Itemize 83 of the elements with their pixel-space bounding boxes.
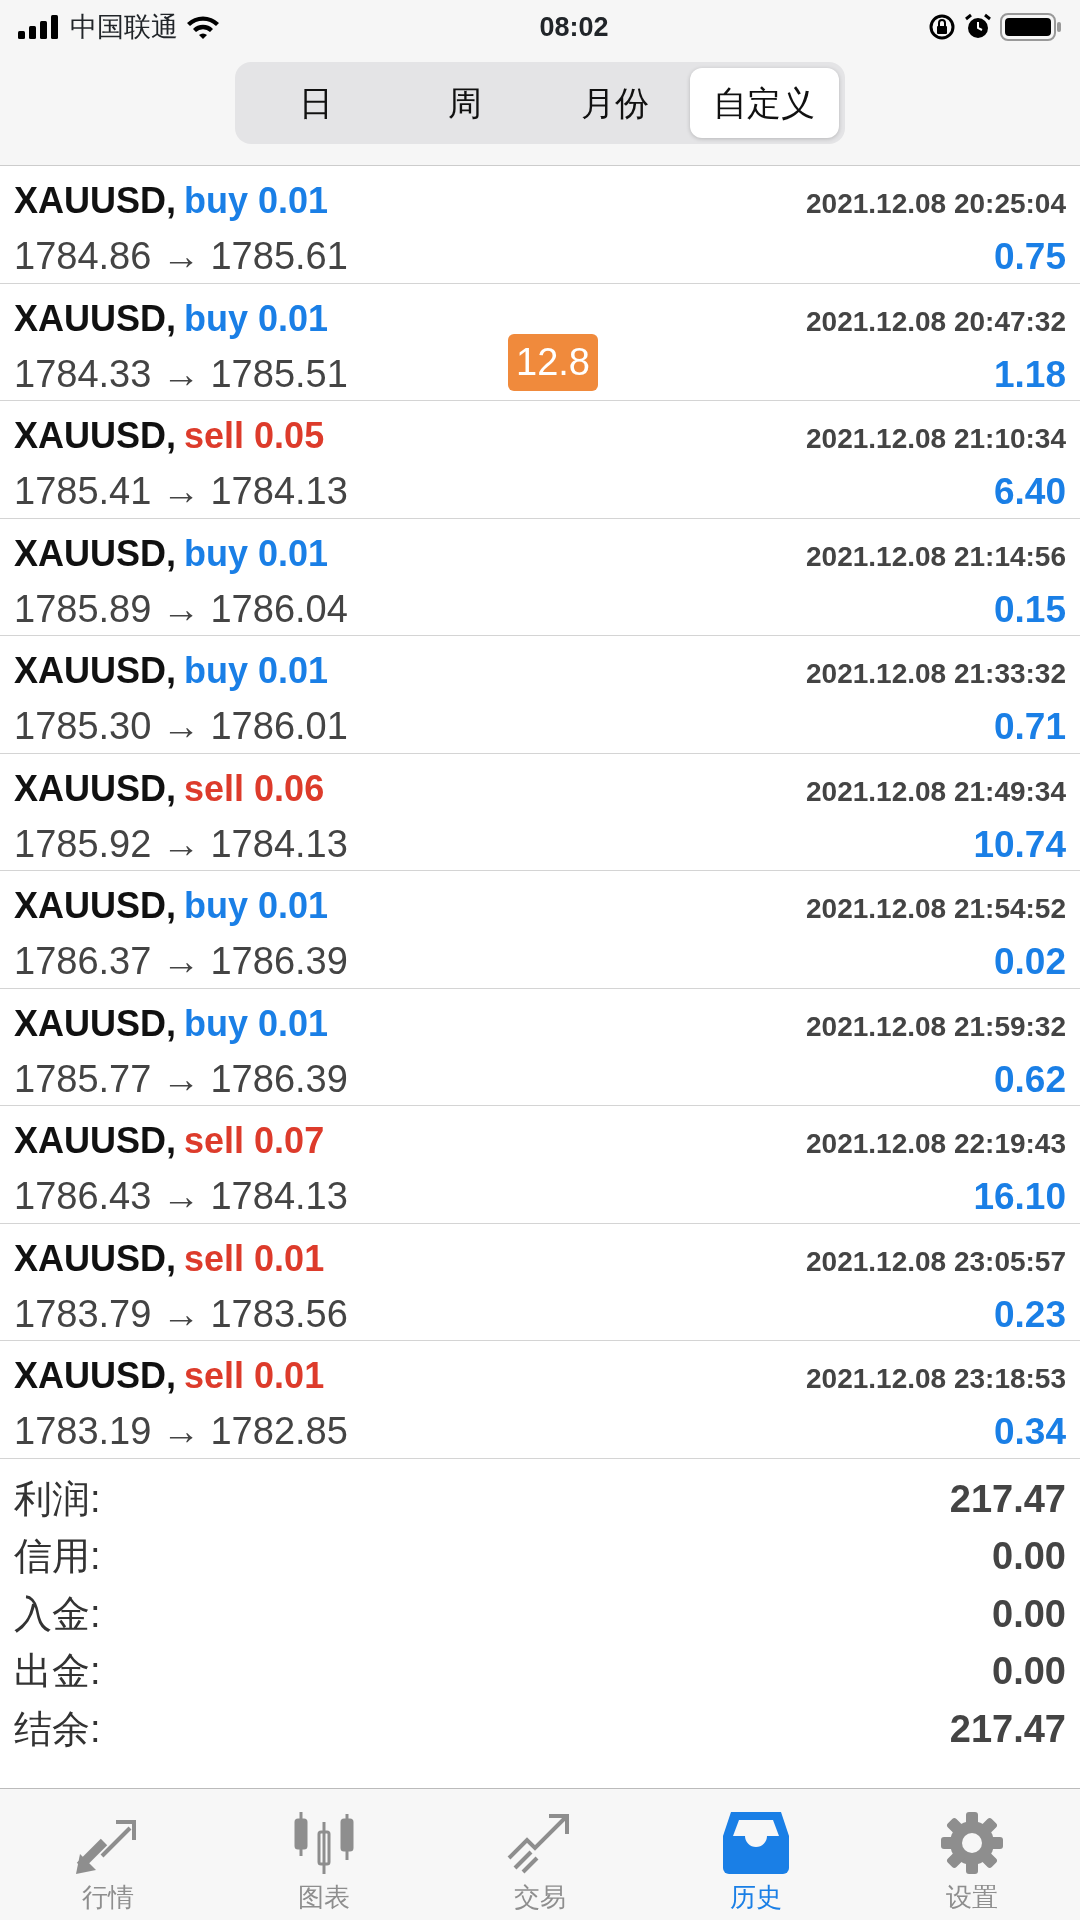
segment-tab[interactable]: 自定义: [689, 68, 839, 138]
price-range: 1786.37 → 1786.39: [14, 939, 348, 984]
trade-time: 2021.12.08 23:18:53: [806, 1362, 1066, 1396]
tab-bar-item[interactable]: 交易: [432, 1789, 648, 1920]
summary-value: 0.00: [992, 1649, 1066, 1695]
alarm-clock-icon: [964, 13, 992, 41]
profit-value: 0.02: [994, 940, 1066, 984]
rotation-lock-icon: [928, 13, 956, 41]
price-range: 1784.86 → 1785.61: [14, 234, 348, 279]
trade-volume: buy 0.01: [184, 179, 329, 223]
summary-value: 0.00: [992, 1591, 1066, 1637]
tab-bar-item[interactable]: 行情: [0, 1789, 216, 1920]
price-range: 1785.30 → 1786.01: [14, 704, 348, 749]
trade-time: 2021.12.08 20:47:32: [806, 304, 1066, 339]
profit-value: 0.71: [994, 705, 1066, 749]
inbox-tray-icon: [723, 1811, 789, 1874]
symbol-label: XAUUSD,: [14, 884, 177, 928]
symbol-label: XAUUSD,: [14, 179, 177, 223]
price-range: 1785.92 → 1784.13: [14, 821, 348, 867]
segment-tab[interactable]: 月份: [540, 68, 690, 138]
price-range: 1783.19 → 1782.85: [14, 1409, 348, 1454]
profit-value: 10.74: [973, 822, 1066, 867]
trade-time: 2021.12.08 23:05:57: [806, 1244, 1066, 1279]
summary-value: 217.47: [949, 1476, 1066, 1522]
trade-volume: buy 0.01: [184, 296, 329, 341]
trade-time: 2021.12.08 21:33:32: [806, 657, 1066, 691]
symbol-label: XAUUSD,: [14, 1354, 177, 1398]
profit-value: 16.10: [973, 1175, 1066, 1219]
trade-volume: buy 0.01: [184, 531, 329, 576]
symbol-label: XAUUSD,: [14, 414, 177, 458]
summary-value: 0.00: [992, 1534, 1066, 1580]
overlay-badge: 12.8: [508, 333, 598, 391]
price-range: 1786.43 → 1784.13: [14, 1174, 348, 1219]
profit-value: 0.34: [994, 1410, 1066, 1454]
summary-value: 217.47: [949, 1706, 1066, 1752]
symbol-label: XAUUSD,: [14, 296, 177, 341]
profit-value: 0.75: [994, 235, 1066, 279]
profit-value: 0.23: [994, 1292, 1066, 1337]
carrier-name: 中国联通: [70, 10, 178, 44]
trade-time: 2021.12.08 21:10:34: [806, 422, 1066, 456]
symbol-label: XAUUSD,: [14, 1236, 177, 1281]
symbol-label: XAUUSD,: [14, 766, 177, 811]
price-range: 1784.33 → 1785.51: [14, 351, 348, 397]
trade-volume: sell 0.01: [184, 1236, 325, 1281]
trade-volume: sell 0.05: [184, 414, 325, 458]
status-time: 08:02: [538, 10, 610, 44]
summary-label: 结余:: [14, 1706, 101, 1752]
trade-time: 2021.12.08 20:25:04: [806, 187, 1066, 221]
symbol-label: XAUUSD,: [14, 1001, 177, 1046]
symbol-label: XAUUSD,: [14, 531, 177, 576]
trade-volume: buy 0.01: [184, 884, 329, 928]
symbol-label: XAUUSD,: [14, 649, 177, 693]
profit-value: 6.40: [994, 470, 1066, 514]
summary-label: 利润:: [14, 1476, 101, 1522]
tab-bar-item[interactable]: 图表: [216, 1789, 432, 1920]
trade-time: 2021.12.08 21:54:52: [806, 892, 1066, 926]
price-range: 1785.77 → 1786.39: [14, 1056, 348, 1102]
trade-time: 2021.12.08 21:49:34: [806, 774, 1066, 809]
price-range: 1785.89 → 1786.04: [14, 586, 348, 632]
summary-label: 信用:: [14, 1534, 101, 1580]
tab-bar-item[interactable]: 设置: [864, 1789, 1080, 1920]
segment-tab[interactable]: 日: [241, 68, 391, 138]
tab-bar-item[interactable]: 历史: [648, 1789, 864, 1920]
summary-label: 入金:: [14, 1591, 101, 1637]
trade-volume: sell 0.07: [184, 1119, 325, 1163]
trade-volume: sell 0.06: [184, 766, 325, 811]
trade-time: 2021.12.08 21:14:56: [806, 539, 1066, 574]
battery-icon: [1000, 13, 1062, 41]
profit-value: 0.15: [994, 587, 1066, 632]
trade-volume: buy 0.01: [184, 1001, 329, 1046]
profit-value: 1.18: [994, 352, 1066, 397]
wifi-icon: [186, 14, 220, 40]
price-range: 1785.41 → 1784.13: [14, 469, 348, 514]
settings-icon: [941, 1811, 1003, 1874]
symbol-label: XAUUSD,: [14, 1119, 177, 1163]
profit-value: 0.62: [994, 1057, 1066, 1102]
price-range: 1783.79 → 1783.56: [14, 1291, 348, 1337]
trade-time: 2021.12.08 21:59:32: [806, 1009, 1066, 1044]
segment-tab[interactable]: 周: [390, 68, 540, 138]
trade-time: 2021.12.08 22:19:43: [806, 1127, 1066, 1161]
summary-label: 出金:: [14, 1649, 101, 1695]
trade-volume: sell 0.01: [184, 1354, 325, 1398]
trade-volume: buy 0.01: [184, 649, 329, 693]
